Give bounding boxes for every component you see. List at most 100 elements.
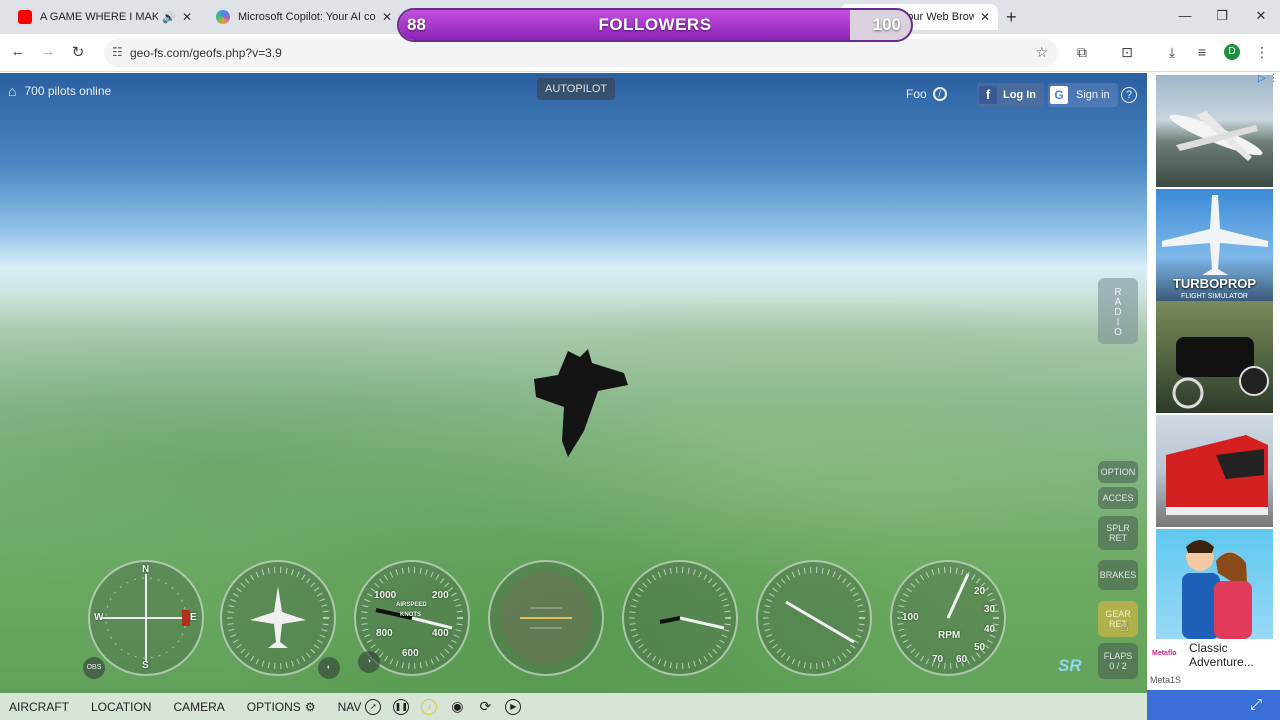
- reset-icon[interactable]: ⟳: [477, 698, 493, 715]
- classic-adventure-caption[interactable]: Classic Adventure...: [1189, 641, 1269, 669]
- facebook-icon: f: [979, 86, 997, 104]
- pause-icon[interactable]: ❚❚: [393, 698, 410, 715]
- compass-south: S: [142, 660, 149, 671]
- radio-letter: O: [1114, 327, 1122, 338]
- turboprop-plane-image: [1162, 195, 1268, 275]
- url-text[interactable]: geo-fs.com/geofs.php?v=3.9: [130, 46, 282, 60]
- extensions-icon[interactable]: ⧉: [1072, 44, 1092, 61]
- gauge-mode-button[interactable]: ◑: [358, 651, 380, 673]
- google-signin-button[interactable]: G Sign in: [1048, 83, 1118, 107]
- gauge-toggle-button[interactable]: ◐: [318, 657, 340, 679]
- copilot-icon: [216, 10, 230, 24]
- media-control-icon[interactable]: ≡: [1192, 44, 1212, 60]
- tab-title: Microsoft Copilot: Your AI com: [238, 11, 376, 23]
- menu-nav-label: NAV: [337, 699, 362, 714]
- ad-airliner[interactable]: [1156, 75, 1273, 187]
- airspeed-tick: 200: [432, 590, 449, 601]
- flaps-button[interactable]: FLAPS 0 / 2: [1098, 643, 1138, 679]
- view-eye-icon[interactable]: ◉: [449, 698, 465, 715]
- sound-icon[interactable]: ♪: [421, 698, 438, 715]
- attitude-dial: [500, 572, 592, 664]
- airspeed-tick: 1000: [374, 590, 397, 601]
- menu-kebab-icon[interactable]: ⋮: [1252, 44, 1272, 61]
- ad-train-game[interactable]: [1156, 415, 1273, 527]
- rpm-label: RPM: [938, 630, 961, 641]
- address-bar[interactable]: ☷ geo-fs.com/geofs.php?v=3.9 ☆: [104, 39, 1058, 67]
- close-tab-icon[interactable]: ✕: [182, 10, 192, 24]
- airliner-image: [1169, 111, 1263, 161]
- classic-adventure-logo: Metaflo: [1152, 650, 1177, 657]
- rpm-tick: 40: [984, 624, 996, 635]
- menu-options-label: OPTIONS: [246, 699, 301, 714]
- airspeed-tick: 800: [376, 628, 393, 639]
- ad-expand-bar[interactable]: ⤢: [1147, 690, 1280, 720]
- car-game-image: [1172, 337, 1269, 409]
- screen-share-icon[interactable]: ⊡: [1117, 44, 1137, 61]
- foo-toggle[interactable]: Foo /: [906, 87, 947, 101]
- autopilot-button[interactable]: AUTOPILOT: [537, 78, 616, 100]
- tab-youtube[interactable]: A GAME WHERE I MAKE MY 🔊 ✕: [10, 4, 200, 30]
- heading-indicator-gauge: [220, 560, 336, 676]
- gear-icon: ⚙: [304, 699, 316, 714]
- game-viewport[interactable]: ⌂ 700 pilots online AUTOPILOT Foo / f Lo…: [0, 73, 1147, 720]
- altimeter-dial: [629, 567, 731, 669]
- compass-gauge: N S E W: [88, 560, 204, 676]
- rpm-tick: 70: [932, 654, 944, 665]
- minimize-icon[interactable]: —: [1175, 8, 1195, 23]
- sr-logo: SR: [1058, 656, 1082, 675]
- couple-image: [1182, 540, 1252, 639]
- reload-icon[interactable]: ↻: [68, 43, 88, 61]
- menu-location[interactable]: LOCATION: [91, 700, 151, 714]
- facebook-login-button[interactable]: f Log In: [977, 83, 1044, 107]
- forward-icon[interactable]: →: [38, 43, 58, 60]
- restore-icon[interactable]: ❐: [1212, 8, 1232, 24]
- profile-avatar[interactable]: D: [1224, 44, 1240, 60]
- menu-nav[interactable]: NAV ➚: [337, 698, 382, 715]
- altimeter-gauge: [622, 560, 738, 676]
- obs-button[interactable]: OBS: [83, 657, 105, 679]
- compass-east: E: [190, 612, 197, 623]
- flaps-state: 0 / 2: [1109, 661, 1127, 671]
- ad-car-game[interactable]: [1156, 301, 1273, 413]
- option-button[interactable]: OPTION: [1098, 461, 1138, 483]
- turboprop-subtitle: FLIGHT SIMULATOR: [1181, 293, 1248, 300]
- brakes-button[interactable]: BRAKES: [1098, 560, 1138, 590]
- close-tab-icon[interactable]: ✕: [980, 10, 990, 24]
- adchoices-icon[interactable]: ▷ ⋮: [1258, 73, 1278, 84]
- expand-icon[interactable]: ⤢: [1250, 696, 1262, 713]
- gear-button[interactable]: GEAR RET: [1098, 601, 1138, 637]
- new-tab-button[interactable]: +: [1006, 7, 1017, 28]
- access-button[interactable]: ACCES: [1098, 487, 1138, 509]
- airspeed-unit: KNOTS: [400, 612, 421, 618]
- ad-publisher: Meta1S: [1150, 675, 1182, 685]
- compass-dial: [102, 574, 190, 662]
- play-icon[interactable]: ▶: [505, 698, 522, 715]
- bottom-menu-bar: AIRCRAFT LOCATION CAMERA OPTIONS ⚙ NAV ➚…: [0, 693, 1147, 720]
- ad-classic-adventure[interactable]: [1156, 529, 1273, 639]
- google-icon: G: [1050, 86, 1068, 104]
- close-window-icon[interactable]: ✕: [1251, 8, 1271, 24]
- close-tab-icon[interactable]: ✕: [382, 10, 392, 24]
- attitude-indicator-gauge: [488, 560, 604, 676]
- ad-sidebar: TURBOPROP FLIGHT SIMULATOR: [1147, 73, 1280, 720]
- rpm-tick: 100: [902, 612, 919, 623]
- tab-title: A GAME WHERE I MAKE MY: [40, 11, 159, 23]
- help-button[interactable]: ?: [1121, 87, 1137, 103]
- radio-button[interactable]: R A D I O: [1098, 278, 1138, 344]
- youtube-icon: [18, 10, 32, 24]
- download-icon[interactable]: ⤓: [1162, 44, 1182, 61]
- tab-copilot[interactable]: Microsoft Copilot: Your AI com ✕: [208, 4, 400, 30]
- compass-icon: ➚: [365, 698, 382, 715]
- menu-options[interactable]: OPTIONS ⚙: [247, 700, 316, 714]
- menu-camera[interactable]: CAMERA: [173, 700, 224, 714]
- home-icon[interactable]: ⌂: [8, 83, 16, 99]
- pilots-online[interactable]: ⌂ 700 pilots online: [8, 83, 111, 99]
- menu-aircraft[interactable]: AIRCRAFT: [9, 700, 69, 714]
- ad-turboprop[interactable]: TURBOPROP FLIGHT SIMULATOR: [1156, 189, 1273, 301]
- google-signin-label: Sign in: [1076, 89, 1110, 101]
- site-info-icon[interactable]: ☷: [112, 45, 123, 59]
- speaker-icon[interactable]: 🔊: [162, 11, 176, 24]
- spoiler-button[interactable]: SPLR RET: [1098, 516, 1138, 550]
- back-icon[interactable]: ←: [8, 43, 28, 60]
- bookmark-star-icon[interactable]: ☆: [1035, 44, 1048, 61]
